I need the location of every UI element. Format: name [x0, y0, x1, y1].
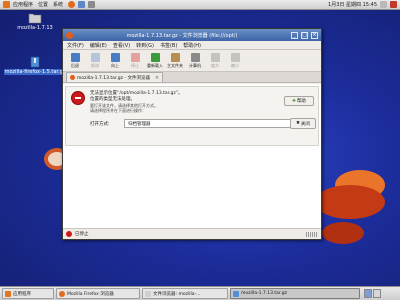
status-bar: 已停止	[63, 228, 321, 239]
status-text: 已停止	[75, 232, 89, 237]
folder-icon	[145, 290, 151, 297]
logout-icon[interactable]	[390, 1, 397, 8]
up-button[interactable]: 向上	[106, 52, 124, 69]
menu-file[interactable]: 文件(F)	[67, 42, 84, 49]
tab-icon	[70, 75, 75, 80]
bottom-panel: 应用程序 Mozilla Firefox 浏览器 文件浏览器: mozilla-…	[0, 286, 400, 300]
resize-grip-icon[interactable]	[306, 231, 318, 237]
desktop-icon-label: mozilla-1.7.13	[17, 25, 53, 31]
archive-icon	[233, 290, 239, 297]
menu-system[interactable]: 系统	[53, 1, 63, 8]
forward-button[interactable]: 前进	[86, 52, 104, 69]
open-with-label: 打开方式:	[90, 121, 110, 127]
window-title: mozilla-1.7.13.tar.gz - 文件浏览器 (file:///o…	[126, 32, 238, 39]
back-icon	[70, 52, 80, 62]
workspace-switcher[interactable]	[364, 289, 381, 298]
computer-icon	[190, 52, 200, 62]
stop-icon	[130, 52, 140, 62]
taskbar-item-archive-window[interactable]: mozilla-1.7.13.tar.gz	[230, 288, 360, 299]
help-icon: ✚	[292, 98, 296, 104]
stop-button[interactable]: 停止	[126, 52, 144, 69]
error-message: 无法显示位置“/opt/mozilla-1.7.13.tar.gz”。 位置的类…	[90, 91, 265, 113]
file-browser-window: mozilla-1.7.13.tar.gz - 文件浏览器 (file:///o…	[62, 28, 322, 240]
error-infobar: 无法显示位置“/opt/mozilla-1.7.13.tar.gz”。 位置的类…	[65, 86, 319, 146]
window-titlebar[interactable]: mozilla-1.7.13.tar.gz - 文件浏览器 (file:///o…	[63, 29, 321, 41]
status-stop-icon	[66, 231, 72, 237]
up-icon	[110, 52, 120, 62]
taskbar-item-applications[interactable]: 应用程序	[2, 288, 54, 299]
home-button[interactable]: 主文件夹	[166, 52, 184, 69]
error-line-4: 请选择程序并在下面进行操作：	[90, 108, 146, 113]
help-button[interactable]: ✚ 帮助	[284, 96, 314, 106]
menu-view[interactable]: 查看(V)	[113, 42, 130, 49]
close-icon: ✖	[296, 121, 300, 126]
ubuntu-logo-icon	[3, 1, 10, 8]
tab-close-icon[interactable]: ×	[155, 75, 159, 81]
app-icon	[5, 290, 11, 297]
menubar: 文件(F) 编辑(E) 查看(V) 转到(G) 书签(B) 帮助(H)	[63, 41, 321, 50]
menu-help[interactable]: 帮助(H)	[183, 42, 201, 49]
wallpaper-swirl	[322, 222, 364, 244]
reload-icon	[150, 52, 160, 62]
menu-places[interactable]: 位置	[38, 1, 48, 8]
panel-clock[interactable]: 1月3日 星期四 15:45	[328, 1, 377, 8]
taskbar-item-firefox[interactable]: Mozilla Firefox 浏览器	[56, 288, 140, 299]
error-stop-icon	[71, 91, 85, 105]
computer-button[interactable]: 计算机	[186, 52, 204, 69]
menu-applications[interactable]: 应用程序	[13, 1, 33, 8]
mail-launcher-icon[interactable]	[78, 1, 86, 8]
taskbar-item-file-browser[interactable]: 文件浏览器: mozilla-...	[142, 288, 228, 299]
desktop-icon-archive[interactable]: mozilla-firefox-1.5.tar.gz	[3, 56, 67, 75]
close-button[interactable]: ×	[311, 31, 318, 39]
close-dialog-button[interactable]: ✖ 关闭	[290, 118, 316, 129]
tab-bar: mozilla-1.7.13.tar.gz - 文件浏览器 ×	[63, 72, 321, 83]
menu-edit[interactable]: 编辑(E)	[90, 42, 107, 49]
home-icon	[170, 52, 180, 62]
desktop-icon-label: mozilla-firefox-1.5.tar.gz	[3, 69, 67, 75]
toolbar: 后退 前进 向上 停止 重新载入 主文件夹 计算机 放大 缩小	[63, 50, 321, 72]
firefox-launcher-icon[interactable]	[68, 1, 76, 8]
workspace-2[interactable]	[373, 289, 381, 298]
volume-icon[interactable]	[380, 1, 387, 8]
wallpaper-swirl	[315, 185, 385, 219]
open-with-value: 归档管理器	[128, 121, 151, 127]
folder-icon	[28, 13, 42, 24]
zoom-in-button[interactable]: 放大	[206, 52, 224, 69]
menu-go[interactable]: 转到(G)	[136, 42, 154, 49]
desktop-icon-folder[interactable]: mozilla-1.7.13	[4, 12, 66, 31]
content-area: 无法显示位置“/opt/mozilla-1.7.13.tar.gz”。 位置的类…	[63, 84, 321, 229]
tab-current[interactable]: mozilla-1.7.13.tar.gz - 文件浏览器 ×	[66, 72, 164, 82]
open-with-select[interactable]: 归档管理器 ⬍	[124, 119, 314, 128]
maximize-button[interactable]: □	[301, 31, 308, 39]
reload-button[interactable]: 重新载入	[146, 52, 164, 69]
firefox-icon	[59, 290, 65, 297]
open-with-row: 打开方式: 归档管理器 ⬍	[90, 119, 314, 128]
top-panel: 应用程序 位置 系统 1月3日 星期四 15:45	[0, 0, 400, 10]
help-launcher-icon[interactable]	[88, 1, 96, 8]
zoom-in-icon	[210, 52, 220, 62]
back-button[interactable]: 后退	[66, 52, 84, 69]
workspace-1[interactable]	[364, 289, 372, 298]
archive-icon	[30, 56, 40, 68]
minimize-button[interactable]: _	[291, 31, 298, 39]
tab-label: mozilla-1.7.13.tar.gz - 文件浏览器	[77, 75, 150, 81]
forward-icon	[90, 52, 100, 62]
zoom-out-icon	[230, 52, 240, 62]
window-app-icon	[66, 31, 73, 39]
menu-bookmarks[interactable]: 书签(B)	[160, 42, 177, 49]
zoom-out-button[interactable]: 缩小	[226, 52, 244, 69]
